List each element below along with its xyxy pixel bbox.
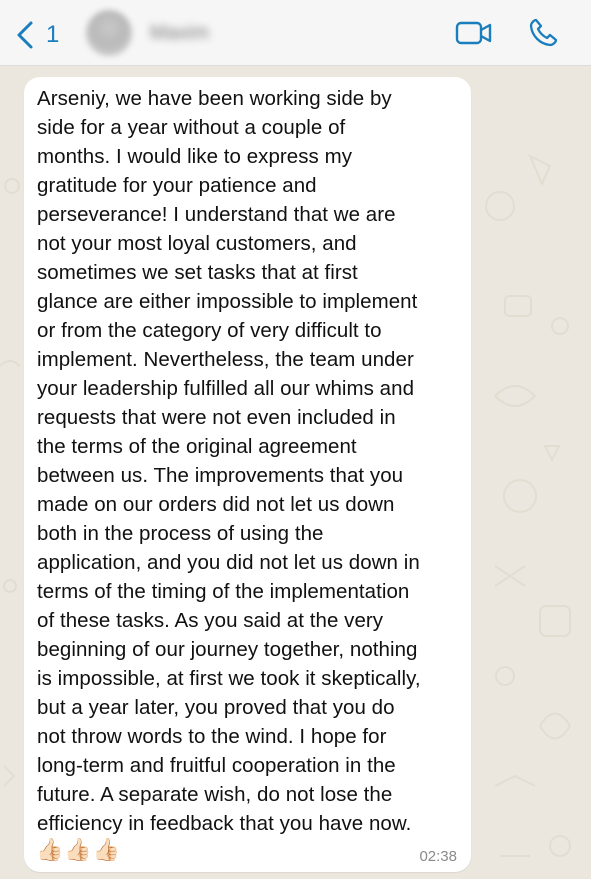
- chevron-left-icon: [17, 21, 33, 49]
- message-time: 02:38: [419, 848, 457, 865]
- message-bubble[interactable]: Arseniy, we have been working side by si…: [24, 77, 471, 872]
- back-button[interactable]: 1: [14, 18, 59, 52]
- contact-name[interactable]: Maxim: [150, 21, 230, 45]
- voice-call-button[interactable]: [527, 17, 559, 49]
- video-camera-icon: [455, 21, 492, 45]
- unread-count: 1: [46, 21, 60, 48]
- avatar[interactable]: [86, 10, 132, 56]
- message-text: Arseniy, we have been working side by si…: [37, 87, 421, 835]
- phone-icon: [529, 18, 558, 47]
- chat-area[interactable]: Arseniy, we have been working side by si…: [0, 66, 591, 879]
- thumbs-up-reactions: 👍🏻👍🏻👍🏻: [36, 837, 122, 862]
- chat-header: 1 Maxim: [0, 0, 591, 66]
- video-call-button[interactable]: [455, 19, 493, 47]
